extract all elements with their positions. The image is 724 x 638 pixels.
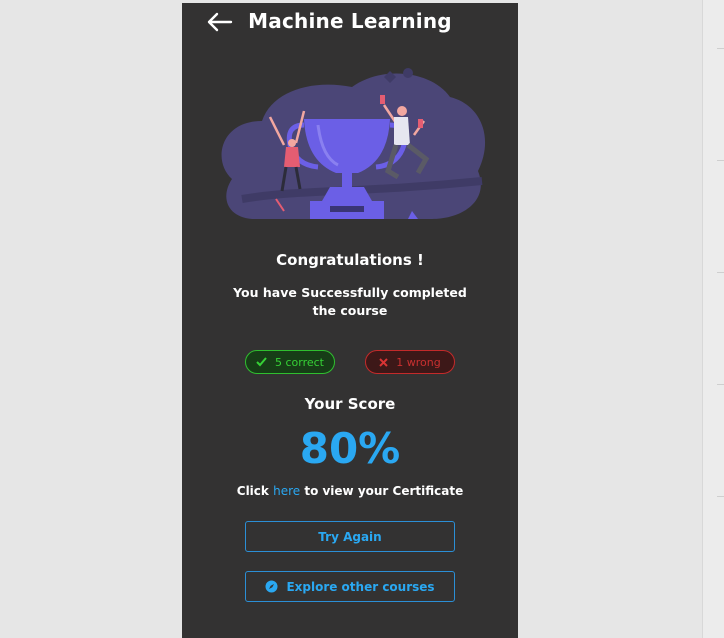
- app-screen: Machine Learning Congratulations ! You h…: [182, 3, 518, 638]
- try-again-label: Try Again: [318, 529, 382, 544]
- side-panel-strip: [702, 0, 724, 638]
- page-title: Machine Learning: [248, 9, 452, 33]
- congratulations-heading: Congratulations !: [276, 251, 424, 269]
- compass-icon: [265, 580, 278, 593]
- trophy-illustration: [221, 68, 486, 219]
- correct-count-badge: 5 correct: [245, 350, 335, 374]
- try-again-button[interactable]: Try Again: [245, 521, 455, 552]
- check-icon: [256, 357, 267, 367]
- certificate-link[interactable]: here: [273, 484, 300, 498]
- wrong-count-badge: 1 wrong: [365, 350, 455, 374]
- divider: [717, 160, 724, 161]
- completion-message: You have Successfully completed the cour…: [233, 285, 467, 318]
- close-icon: [379, 357, 388, 367]
- score-value: 80%: [299, 424, 401, 473]
- explore-courses-label: Explore other courses: [286, 579, 435, 594]
- wrong-count-label: 1 wrong: [396, 355, 441, 369]
- divider: [717, 48, 724, 49]
- certificate-prefix: Click: [236, 484, 269, 498]
- correct-count-label: 5 correct: [274, 355, 324, 369]
- certificate-suffix: to view your Certificate: [304, 484, 464, 498]
- divider: [717, 496, 724, 497]
- app-header: Machine Learning: [182, 3, 518, 43]
- score-label: Your Score: [304, 395, 396, 413]
- divider: [717, 272, 724, 273]
- divider: [717, 384, 724, 385]
- explore-courses-button[interactable]: Explore other courses: [245, 571, 455, 602]
- certificate-text: Click here to view your Certificate: [182, 484, 518, 498]
